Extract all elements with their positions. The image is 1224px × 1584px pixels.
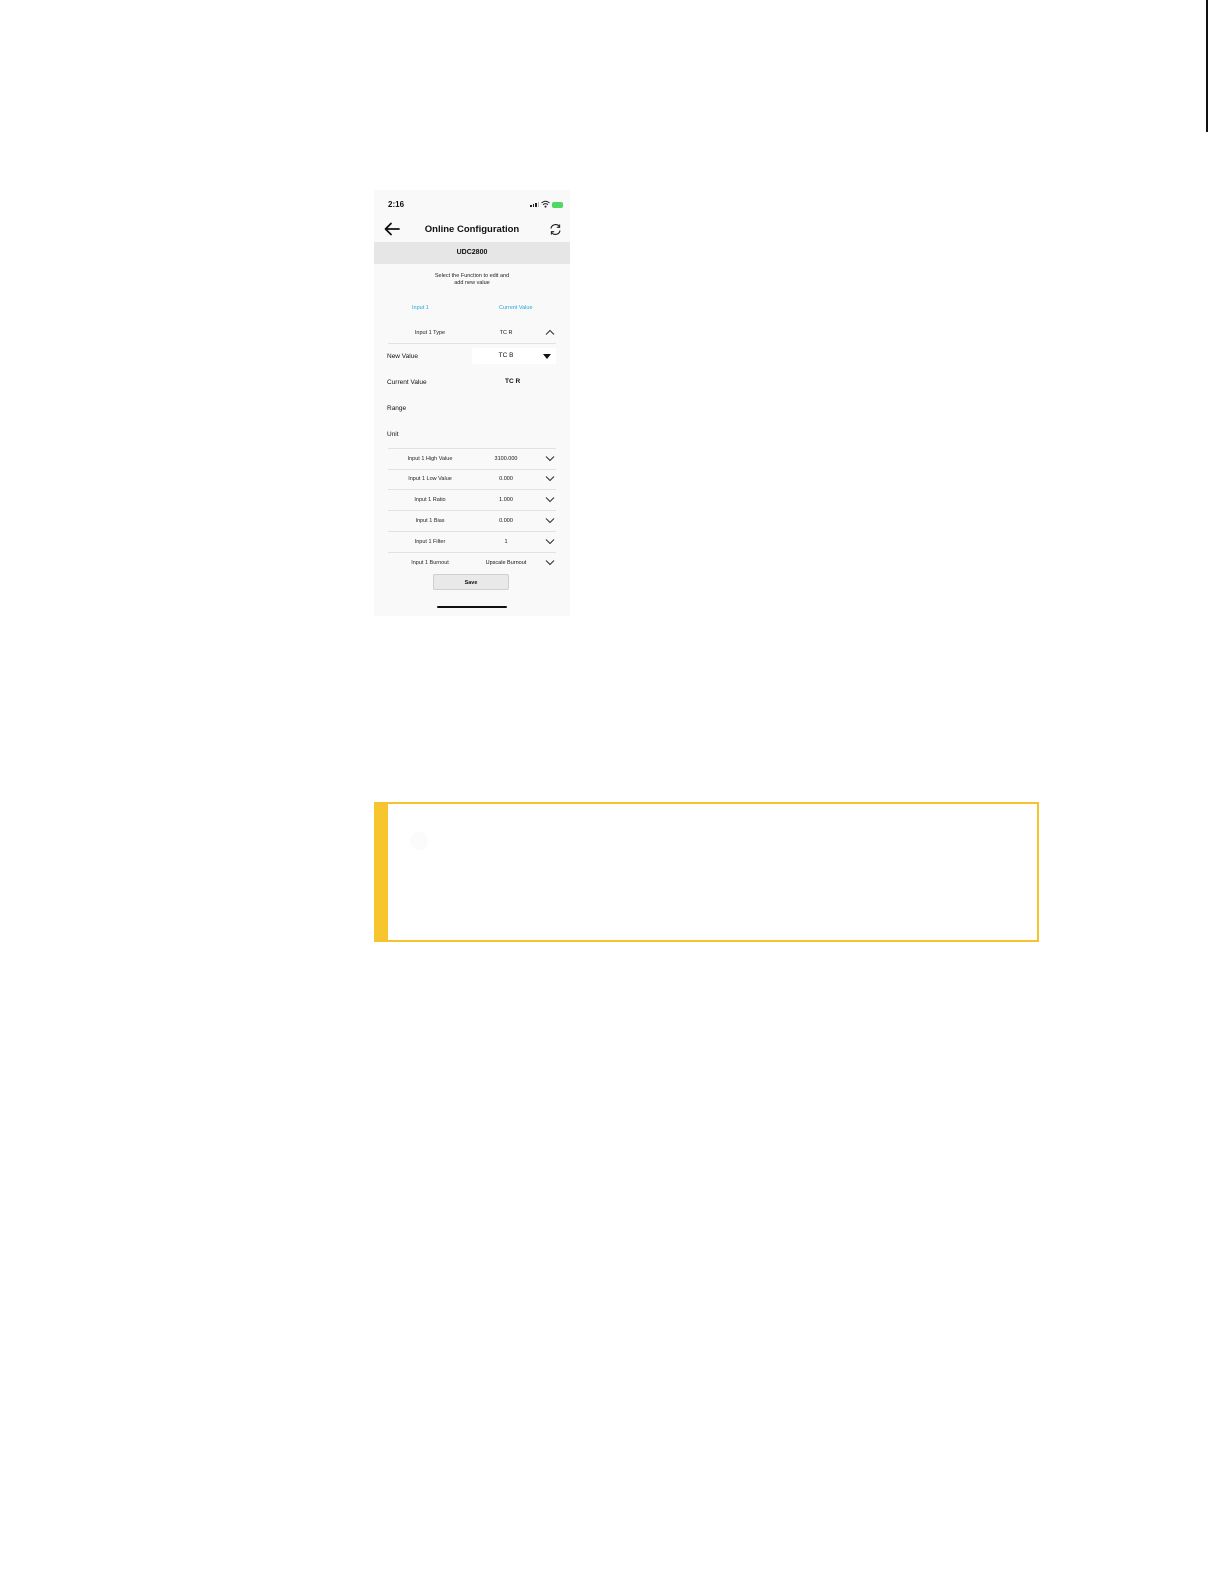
device-name-bar: UDC2800 [374,242,570,264]
list-item[interactable]: Input 1 Bias 0.000 [388,511,556,532]
row-label: Input 1 Bias [415,518,445,524]
note-callout-box [374,802,1039,942]
phone-screenshot: 2:16 Online Configuration UDC2800 Select… [374,190,570,616]
home-indicator [437,606,507,608]
new-value-selected: TC B [498,352,514,359]
status-time: 2:16 [388,200,405,209]
save-button[interactable]: Save [433,574,509,590]
page-title: Online Configuration [424,224,520,235]
row-value: Upscale Burnout [485,560,527,566]
chevron-down-icon[interactable] [545,538,555,545]
list-item[interactable]: Input 1 Low Value 0.000 [388,469,556,490]
list-item[interactable]: Input 1 Burnout Upscale Burnout [388,553,556,573]
new-value-label: New Value [387,353,418,360]
row-label: Input 1 Low Value [408,476,452,482]
tab-input-1[interactable]: Input 1 [412,305,429,311]
row-label: Input 1 Type [414,330,446,336]
row-label: Input 1 High Value [407,456,453,462]
wifi-icon [541,200,550,208]
row-value: 0.000 [499,476,513,482]
chevron-down-icon[interactable] [545,496,555,503]
margin-rule [1206,0,1208,132]
back-arrow-icon[interactable] [384,222,400,236]
list-item[interactable]: Input 1 High Value 3100.000 [388,448,556,470]
current-value-label: Current Value [387,379,427,386]
range-label: Range [387,405,407,412]
row-value: 0.000 [499,518,513,524]
input-type-row-expanded[interactable]: Input 1 Type TC R [388,323,556,344]
chevron-down-icon[interactable] [545,475,555,482]
status-bar: 2:16 [374,190,570,218]
note-icon [410,832,428,850]
signal-icon [530,202,539,207]
dropdown-caret-icon [543,354,551,359]
row-value: 3100.000 [494,456,518,462]
new-value-dropdown[interactable]: TC B [472,348,556,364]
row-label: Input 1 Burnout [411,560,449,566]
row-label: Input 1 Ratio [414,497,446,503]
row-value: TC R [499,330,513,336]
row-label: Input 1 Filter [414,539,446,545]
row-value: 1.000 [499,497,513,503]
list-item[interactable]: Input 1 Ratio 1.000 [388,490,556,511]
row-value: 1 [504,539,508,545]
refresh-icon[interactable] [549,223,562,236]
app-header: Online Configuration [374,218,570,242]
current-value-text: TC R [505,378,521,385]
chevron-up-icon[interactable] [545,329,555,336]
unit-label: Unit [387,431,399,438]
instruction-text: Select the Function to edit and add new … [434,273,510,286]
battery-icon [552,202,563,208]
chevron-down-icon[interactable] [545,559,555,566]
tab-current-value[interactable]: Current Value [499,305,533,311]
list-item[interactable]: Input 1 Filter 1 [388,532,556,553]
chevron-down-icon[interactable] [545,455,555,462]
chevron-down-icon[interactable] [545,517,555,524]
